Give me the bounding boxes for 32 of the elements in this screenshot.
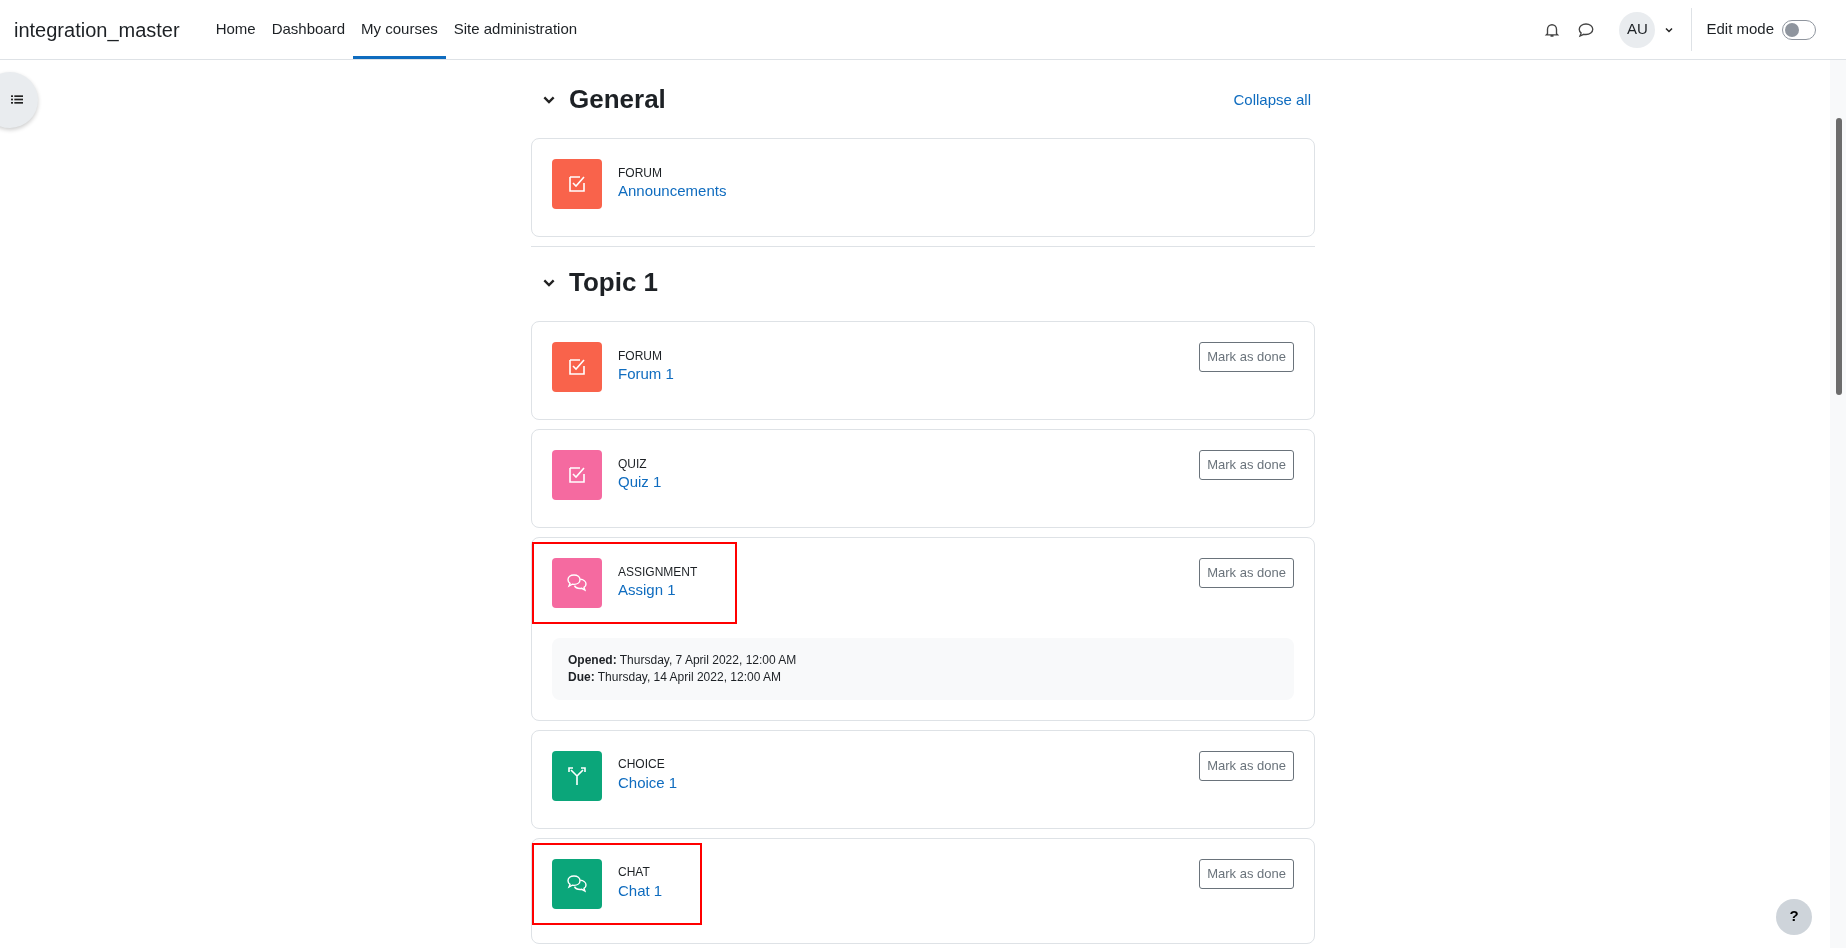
- section-title: Topic 1: [569, 267, 659, 299]
- activity-type: CHOICE: [618, 757, 666, 772]
- mark-as-done-button[interactable]: Mark as done: [1199, 450, 1294, 480]
- activity-link[interactable]: Choice 1: [618, 773, 678, 791]
- activity-type: CHAT: [618, 865, 651, 880]
- activity-type: ASSIGNMENT: [618, 564, 698, 579]
- activity-type: QUIZ: [618, 456, 648, 471]
- activity-type: FORUM: [618, 165, 663, 180]
- nav-tab[interactable]: Home: [207, 3, 264, 59]
- activity-link[interactable]: Chat 1: [618, 881, 663, 899]
- section-title: General: [569, 84, 666, 116]
- nav-tab[interactable]: Dashboard: [263, 3, 354, 59]
- activity-link[interactable]: Announcements: [618, 181, 727, 199]
- mark-as-done-button[interactable]: Mark as done: [1199, 558, 1294, 588]
- site-name[interactable]: integration_master: [14, 0, 180, 59]
- date-line: Due: Thursday, 14 April 2022, 12:00 AM: [568, 668, 782, 686]
- edit-mode-label: Edit mode: [1706, 19, 1774, 40]
- help-button[interactable]: ?: [1776, 898, 1812, 935]
- scrollbar[interactable]: [1830, 60, 1846, 948]
- activity-link[interactable]: Quiz 1: [618, 472, 662, 490]
- mark-as-done-button[interactable]: Mark as done: [1199, 342, 1294, 372]
- user-avatar[interactable]: AU: [1619, 11, 1656, 48]
- activity-type: FORUM: [618, 348, 663, 363]
- activity-link[interactable]: Forum 1: [618, 364, 674, 382]
- date-line: Opened: Thursday, 7 April 2022, 12:00 AM: [568, 652, 798, 669]
- collapse-all-link[interactable]: Collapse all: [1233, 88, 1311, 112]
- mark-as-done-button[interactable]: Mark as done: [1199, 858, 1294, 889]
- mark-as-done-button[interactable]: Mark as done: [1199, 750, 1294, 781]
- nav-tab[interactable]: Site administration: [445, 3, 586, 59]
- speech-bubble-icon: [1577, 20, 1596, 39]
- activity-link[interactable]: Assign 1: [618, 580, 676, 598]
- nav-tab[interactable]: My courses: [353, 3, 446, 59]
